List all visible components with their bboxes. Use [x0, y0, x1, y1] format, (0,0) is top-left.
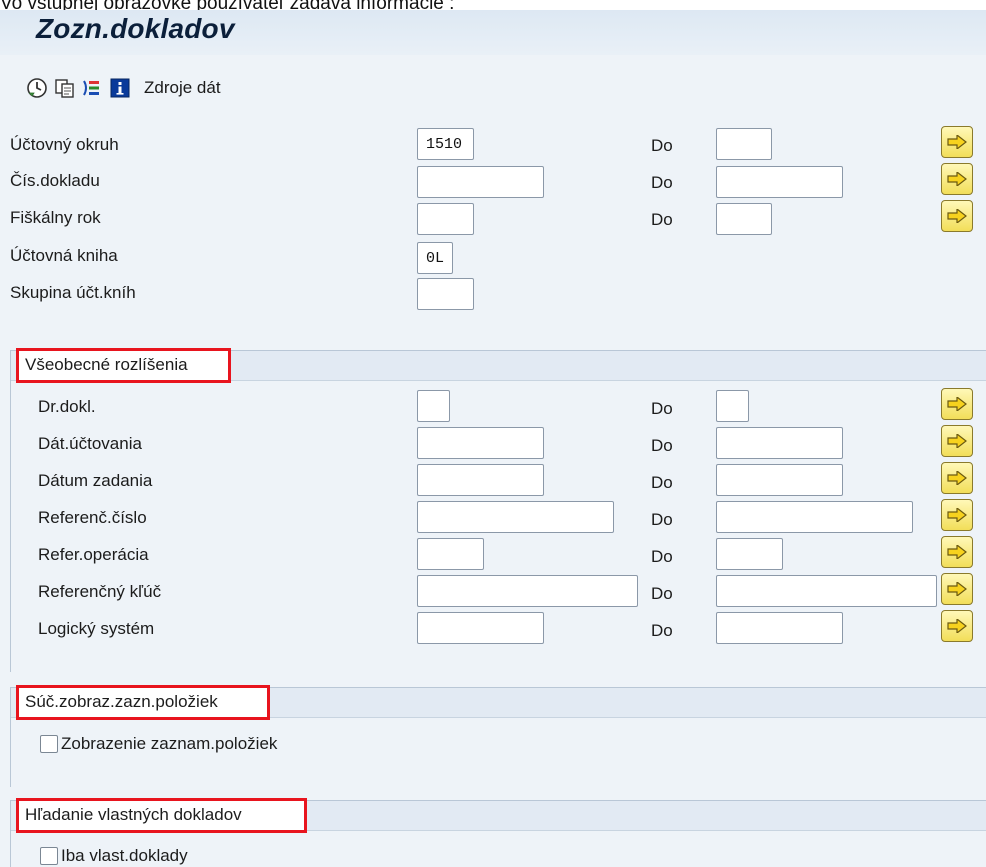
own-documents-title: Hľadanie vlastných dokladov: [25, 805, 242, 824]
arrow-right-icon: [947, 619, 967, 633]
ledger-group-label: Skupina účt.kníh: [10, 283, 136, 302]
selection-options-icon[interactable]: [81, 77, 103, 99]
own-documents-checkbox-label: Iba vlast.doklady: [61, 846, 188, 865]
entry-view-checkbox-label: Zobrazenie zaznam.položiek: [61, 734, 278, 753]
posting-date-to-input[interactable]: [716, 427, 843, 459]
arrow-right-icon: [947, 172, 967, 186]
company-code-from-input[interactable]: 1510: [417, 128, 474, 160]
logical-system-to-input[interactable]: [716, 612, 843, 644]
entry-view-title: Súč.zobraz.zazn.položiek: [25, 692, 218, 711]
arrow-right-icon: [947, 135, 967, 149]
info-icon[interactable]: [109, 77, 131, 99]
company-code-multiple-selection-button[interactable]: [941, 126, 973, 158]
entry-date-to-input[interactable]: [716, 464, 843, 496]
arrow-right-icon: [947, 209, 967, 223]
entry-date-multiple-selection-button[interactable]: [941, 462, 973, 494]
reference-key-from-input[interactable]: [417, 575, 638, 607]
logical-system-to-label: Do: [651, 621, 673, 640]
data-sources-button[interactable]: Zdroje dát: [144, 78, 221, 98]
title-bar: Zozn.dokladov: [0, 10, 986, 55]
arrow-right-icon: [947, 582, 967, 596]
reference-key-to-input[interactable]: [716, 575, 937, 607]
posting-date-to-label: Do: [651, 436, 673, 455]
logical-system-label: Logický systém: [38, 619, 155, 638]
logical-system-from-input[interactable]: [417, 612, 544, 644]
reference-number-label: Referenč.číslo: [38, 508, 147, 527]
application-toolbar: Zdroje dát: [0, 55, 986, 115]
reference-number-to-input[interactable]: [716, 501, 913, 533]
own-documents-checkbox[interactable]: [40, 847, 58, 865]
general-criteria-title: Všeobecné rozlíšenia: [25, 355, 188, 374]
document-type-label: Dr.dokl.: [38, 397, 96, 416]
posting-date-multiple-selection-button[interactable]: [941, 425, 973, 457]
document-number-label: Čís.dokladu: [10, 171, 100, 190]
page-title: Zozn.dokladov: [36, 13, 235, 44]
ledger-label: Účtovná kniha: [10, 246, 118, 265]
reference-key-multiple-selection-button[interactable]: [941, 573, 973, 605]
fiscal-year-from-input[interactable]: [417, 203, 474, 235]
arrow-right-icon: [947, 508, 967, 522]
company-code-to-label: Do: [651, 136, 673, 155]
reference-key-to-label: Do: [651, 584, 673, 603]
document-type-multiple-selection-button[interactable]: [941, 388, 973, 420]
document-type-to-input[interactable]: [716, 390, 749, 422]
copy-variant-icon[interactable]: [54, 77, 76, 99]
arrow-right-icon: [947, 471, 967, 485]
fiscal-year-to-input[interactable]: [716, 203, 772, 235]
sap-screen: Zozn.dokladov Zdroje dát Účtovný okruh 1…: [0, 10, 986, 867]
posting-date-from-input[interactable]: [417, 427, 544, 459]
reference-number-to-label: Do: [651, 510, 673, 529]
fiscal-year-multiple-selection-button[interactable]: [941, 200, 973, 232]
reference-transaction-from-input[interactable]: [417, 538, 484, 570]
reference-key-label: Referenčný kľúč: [38, 582, 162, 601]
fiscal-year-to-label: Do: [651, 210, 673, 229]
reference-number-from-input[interactable]: [417, 501, 614, 533]
document-type-from-input[interactable]: [417, 390, 450, 422]
document-number-multiple-selection-button[interactable]: [941, 163, 973, 195]
reference-transaction-to-input[interactable]: [716, 538, 783, 570]
document-type-to-label: Do: [651, 399, 673, 418]
logical-system-multiple-selection-button[interactable]: [941, 610, 973, 642]
fiscal-year-label: Fiškálny rok: [10, 208, 101, 227]
company-code-label: Účtovný okruh: [10, 135, 119, 154]
execute-clock-icon[interactable]: [26, 77, 48, 99]
arrow-right-icon: [947, 397, 967, 411]
reference-transaction-to-label: Do: [651, 547, 673, 566]
document-number-to-label: Do: [651, 173, 673, 192]
entry-date-to-label: Do: [651, 473, 673, 492]
company-code-to-input[interactable]: [716, 128, 772, 160]
document-number-from-input[interactable]: [417, 166, 544, 198]
entry-date-label: Dátum zadania: [38, 471, 153, 490]
document-number-to-input[interactable]: [716, 166, 843, 198]
reference-transaction-label: Refer.operácia: [38, 545, 149, 564]
reference-transaction-multiple-selection-button[interactable]: [941, 536, 973, 568]
ledger-input[interactable]: 0L: [417, 242, 453, 274]
arrow-right-icon: [947, 434, 967, 448]
entry-view-checkbox[interactable]: [40, 735, 58, 753]
entry-date-from-input[interactable]: [417, 464, 544, 496]
posting-date-label: Dát.účtovania: [38, 434, 142, 453]
reference-number-multiple-selection-button[interactable]: [941, 499, 973, 531]
ledger-group-input[interactable]: [417, 278, 474, 310]
arrow-right-icon: [947, 545, 967, 559]
